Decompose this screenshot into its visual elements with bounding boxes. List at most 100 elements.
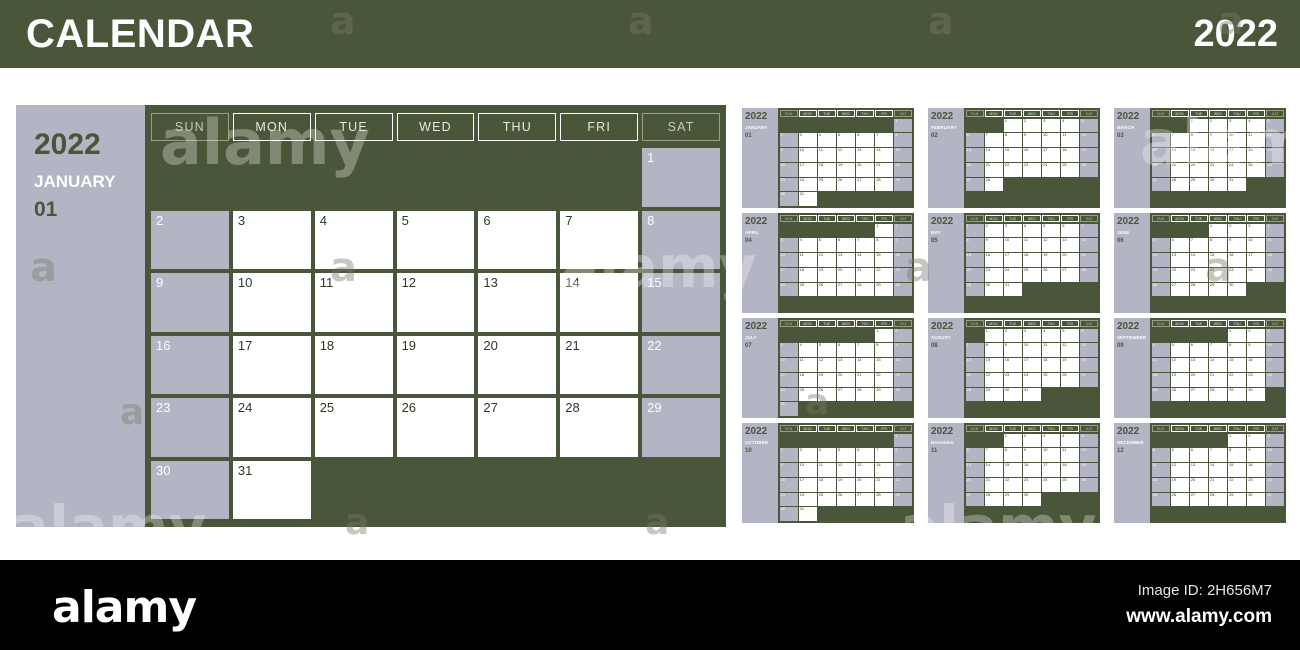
mini-day-cell-21[interactable]: 21 <box>1208 477 1228 492</box>
mini-day-cell-17[interactable]: 17 <box>1042 147 1061 162</box>
mini-day-cell-17[interactable]: 17 <box>1003 252 1022 267</box>
day-cell-26[interactable]: 26 <box>396 398 475 457</box>
day-cell-9[interactable]: 9 <box>151 273 229 332</box>
mini-day-cell-29[interactable]: 29 <box>875 387 894 402</box>
mini-day-cell-5[interactable]: 5 <box>817 342 836 357</box>
mini-day-cell-8[interactable]: 8 <box>984 342 1003 357</box>
mini-day-cell-23[interactable]: 23 <box>1022 162 1042 177</box>
mini-day-cell-28[interactable]: 28 <box>965 387 984 402</box>
mini-day-cell-18[interactable]: 18 <box>1151 477 1170 492</box>
mini-day-cell-28[interactable]: 28 <box>984 492 1003 507</box>
mini-day-cell-18[interactable]: 18 <box>1266 252 1285 267</box>
mini-day-cell-28[interactable]: 28 <box>875 177 894 192</box>
mini-day-cell-22[interactable]: 22 <box>965 267 984 282</box>
mini-day-cell-2[interactable]: 2 <box>779 132 798 147</box>
mini-day-cell-19[interactable]: 19 <box>1061 357 1080 372</box>
mini-day-cell-30[interactable]: 30 <box>1003 387 1022 402</box>
mini-day-cell-19[interactable]: 19 <box>836 477 856 492</box>
mini-day-cell-23[interactable]: 23 <box>894 267 913 282</box>
mini-day-cell-25[interactable]: 25 <box>1151 387 1170 402</box>
mini-day-cell-6[interactable]: 6 <box>1189 447 1208 462</box>
mini-day-cell-14[interactable]: 14 <box>984 462 1003 477</box>
mini-day-cell-27[interactable]: 27 <box>1080 372 1099 387</box>
mini-day-cell-31[interactable]: 31 <box>1003 282 1022 297</box>
mini-day-cell-26[interactable]: 26 <box>1080 477 1099 492</box>
mini-day-cell-6[interactable]: 6 <box>965 132 984 147</box>
mini-day-cell-21[interactable]: 21 <box>984 477 1003 492</box>
mini-day-cell-13[interactable]: 13 <box>1170 252 1189 267</box>
mini-day-cell-25[interactable]: 25 <box>1061 477 1080 492</box>
mini-day-cell-30[interactable]: 30 <box>894 282 913 297</box>
day-cell-28[interactable]: 28 <box>560 398 639 457</box>
mini-day-cell-30[interactable]: 30 <box>984 282 1003 297</box>
mini-day-cell-31[interactable]: 31 <box>1266 492 1285 507</box>
mini-day-cell-1[interactable]: 1 <box>1208 223 1228 238</box>
mini-day-cell-21[interactable]: 21 <box>965 372 984 387</box>
mini-day-cell-15[interactable]: 15 <box>1228 462 1247 477</box>
mini-day-cell-3[interactable]: 3 <box>1042 433 1061 448</box>
mini-day-cell-9[interactable]: 9 <box>1022 132 1042 147</box>
mini-day-cell-24[interactable]: 24 <box>1022 372 1042 387</box>
mini-day-cell-24[interactable]: 24 <box>1042 162 1061 177</box>
mini-day-cell-11[interactable]: 11 <box>817 462 836 477</box>
mini-day-cell-13[interactable]: 13 <box>856 147 875 162</box>
mini-day-cell-27[interactable]: 27 <box>1151 177 1170 192</box>
mini-day-cell-17[interactable]: 17 <box>1228 147 1247 162</box>
mini-day-cell-26[interactable]: 26 <box>1061 372 1080 387</box>
mini-day-cell-21[interactable]: 21 <box>875 477 894 492</box>
mini-day-cell-28[interactable]: 28 <box>875 492 894 507</box>
mini-day-cell-1[interactable]: 1 <box>894 118 913 133</box>
mini-day-cell-13[interactable]: 13 <box>836 357 856 372</box>
day-cell-25[interactable]: 25 <box>314 398 393 457</box>
mini-day-cell-6[interactable]: 6 <box>1170 237 1189 252</box>
mini-day-cell-8[interactable]: 8 <box>875 237 894 252</box>
mini-day-cell-11[interactable]: 11 <box>1266 237 1285 252</box>
mini-day-cell-16[interactable]: 16 <box>894 357 913 372</box>
mini-day-cell-6[interactable]: 6 <box>1061 223 1080 238</box>
mini-day-cell-2[interactable]: 2 <box>1208 118 1228 133</box>
mini-day-cell-28[interactable]: 28 <box>1080 267 1099 282</box>
mini-day-cell-7[interactable]: 7 <box>1080 223 1099 238</box>
mini-day-cell-1[interactable]: 1 <box>1228 328 1247 343</box>
mini-day-cell-24[interactable]: 24 <box>798 177 817 192</box>
mini-day-cell-24[interactable]: 24 <box>1266 372 1285 387</box>
mini-day-cell-6[interactable]: 6 <box>1189 342 1208 357</box>
mini-day-cell-20[interactable]: 20 <box>1080 357 1099 372</box>
mini-day-cell-8[interactable]: 8 <box>1228 342 1247 357</box>
mini-day-cell-11[interactable]: 11 <box>1061 447 1080 462</box>
mini-day-cell-17[interactable]: 17 <box>1022 357 1042 372</box>
mini-day-cell-20[interactable]: 20 <box>965 477 984 492</box>
mini-day-cell-13[interactable]: 13 <box>856 462 875 477</box>
mini-day-cell-8[interactable]: 8 <box>1208 237 1228 252</box>
mini-day-cell-30[interactable]: 30 <box>1022 492 1042 507</box>
mini-day-cell-30[interactable]: 30 <box>1247 492 1266 507</box>
mini-day-cell-13[interactable]: 13 <box>1189 462 1208 477</box>
mini-day-cell-31[interactable]: 31 <box>779 401 798 416</box>
mini-day-cell-24[interactable]: 24 <box>1266 477 1285 492</box>
mini-day-cell-12[interactable]: 12 <box>817 357 836 372</box>
mini-day-cell-25[interactable]: 25 <box>1151 492 1170 507</box>
mini-day-cell-31[interactable]: 31 <box>1022 387 1042 402</box>
mini-day-cell-30[interactable]: 30 <box>779 191 798 206</box>
mini-day-cell-4[interactable]: 4 <box>1151 447 1170 462</box>
mini-day-cell-24[interactable]: 24 <box>779 282 798 297</box>
mini-day-cell-23[interactable]: 23 <box>1247 372 1266 387</box>
mini-day-cell-29[interactable]: 29 <box>1228 387 1247 402</box>
mini-day-cell-12[interactable]: 12 <box>817 252 836 267</box>
mini-day-cell-29[interactable]: 29 <box>965 282 984 297</box>
mini-day-cell-8[interactable]: 8 <box>1228 447 1247 462</box>
mini-day-cell-8[interactable]: 8 <box>1003 447 1022 462</box>
mini-day-cell-27[interactable]: 27 <box>965 492 984 507</box>
mini-day-cell-3[interactable]: 3 <box>798 132 817 147</box>
day-cell-3[interactable]: 3 <box>232 210 311 269</box>
mini-calendar-08[interactable]: 2022 AUGUST 08 SUN MON TUE WED THU FRI SAT 1 2 3 4 5 6 7… <box>928 318 1100 418</box>
mini-day-cell-4[interactable]: 4 <box>817 447 836 462</box>
mini-day-cell-8[interactable]: 8 <box>1189 132 1208 147</box>
mini-day-cell-30[interactable]: 30 <box>779 506 798 521</box>
mini-day-cell-12[interactable]: 12 <box>1042 237 1061 252</box>
mini-day-cell-30[interactable]: 30 <box>894 387 913 402</box>
mini-day-cell-25[interactable]: 25 <box>1247 162 1266 177</box>
mini-day-cell-31[interactable]: 31 <box>798 191 817 206</box>
day-cell-22[interactable]: 22 <box>642 335 720 394</box>
mini-day-cell-22[interactable]: 22 <box>894 162 913 177</box>
